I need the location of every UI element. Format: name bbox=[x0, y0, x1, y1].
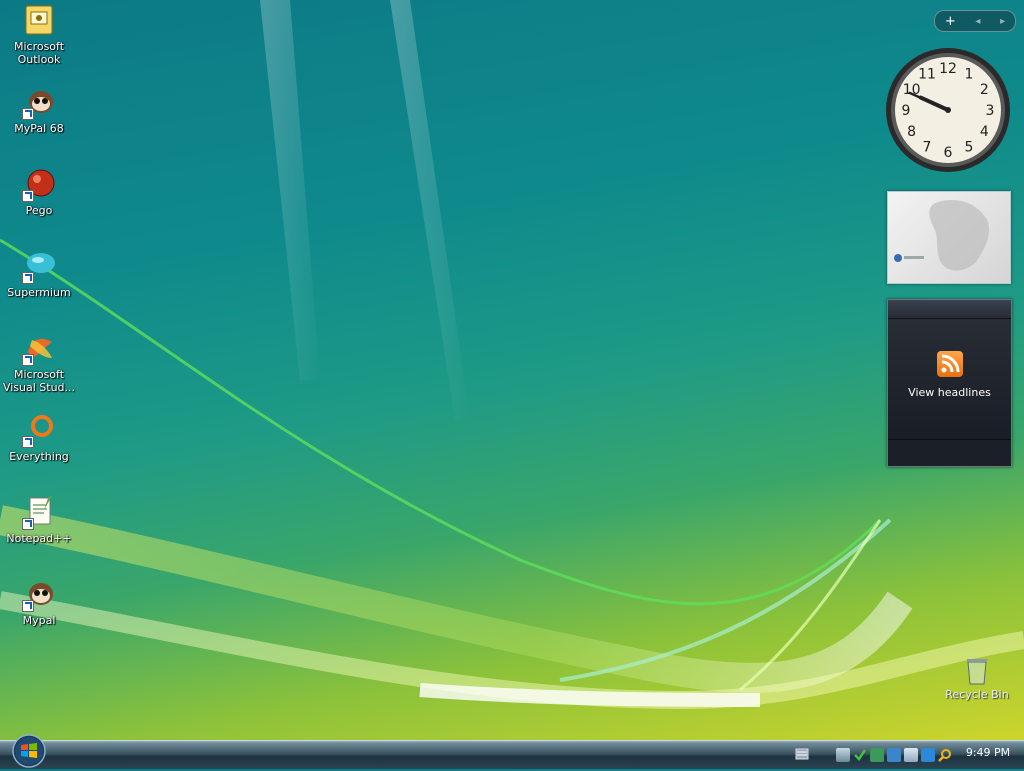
shortcut-arrow-icon bbox=[22, 108, 34, 120]
network-icon[interactable] bbox=[836, 748, 850, 762]
windows-orb-icon bbox=[12, 734, 46, 768]
mypal-icon bbox=[22, 86, 56, 120]
clock-gadget[interactable]: 12 1234567891011 bbox=[884, 46, 1012, 174]
desktop-icon-label: Everything bbox=[9, 450, 69, 463]
supermium-icon bbox=[22, 250, 56, 284]
visual-studio-icon bbox=[22, 332, 56, 366]
desktop-icon-supermium[interactable]: Supermium bbox=[2, 250, 76, 299]
feed-headlines-gadget[interactable]: View headlines bbox=[887, 299, 1012, 467]
outlook-icon bbox=[22, 4, 56, 38]
feed-gadget-header bbox=[888, 300, 1011, 319]
feed-gadget-footer bbox=[888, 439, 1011, 466]
recycle-bin-icon bbox=[962, 656, 992, 686]
desktop-icon-label: Notepad++ bbox=[6, 532, 72, 545]
desktop-icon-notepadpp[interactable]: Notepad++ bbox=[2, 496, 76, 545]
desktop-icon-recycle-bin[interactable]: Recycle Bin bbox=[940, 656, 1014, 701]
notepadpp-icon bbox=[22, 496, 56, 530]
desktop-icon-mypal[interactable]: Mypal bbox=[2, 578, 76, 627]
start-button[interactable] bbox=[8, 734, 50, 768]
sync-icon[interactable] bbox=[870, 748, 884, 762]
desktop-icon-visual-studio[interactable]: Microsoft Visual Stud... bbox=[2, 332, 76, 394]
shortcut-arrow-icon bbox=[22, 354, 34, 366]
desktop-icon-label: Microsoft Visual Stud... bbox=[2, 368, 76, 394]
shortcut-arrow-icon bbox=[22, 518, 34, 530]
pego-icon bbox=[22, 168, 56, 202]
speaker-icon[interactable] bbox=[904, 748, 918, 762]
show-desktop-icon[interactable] bbox=[795, 748, 809, 760]
clock-number: 12 bbox=[939, 61, 957, 77]
everything-icon bbox=[22, 414, 56, 448]
desktop-icon-label: Mypal bbox=[22, 614, 56, 627]
add-gadget-button[interactable]: + bbox=[945, 15, 956, 28]
desktop-icon-everything[interactable]: Everything bbox=[2, 414, 76, 463]
shortcut-arrow-icon bbox=[22, 436, 34, 448]
next-page-button[interactable]: ▸ bbox=[1000, 15, 1005, 28]
shortcut-arrow-icon bbox=[22, 272, 34, 284]
clock-number: 6 bbox=[944, 145, 953, 161]
mypal-icon bbox=[22, 578, 56, 612]
security-check-icon[interactable] bbox=[853, 748, 867, 762]
clock-number: 3 bbox=[986, 103, 995, 119]
shortcut-arrow-icon bbox=[22, 600, 34, 612]
clock-number: 4 bbox=[980, 124, 989, 140]
desktop-icon-label: Microsoft Outlook bbox=[13, 40, 65, 66]
desktop-icon-label: MyPal 68 bbox=[14, 122, 64, 135]
desktop-icon-label: Supermium bbox=[7, 286, 71, 299]
clock-number: 1 bbox=[965, 67, 974, 83]
desktop-icon-outlook[interactable]: Microsoft Outlook bbox=[2, 4, 76, 66]
desktop-icon-label: Pego bbox=[25, 204, 53, 217]
clock-number: 5 bbox=[965, 139, 974, 155]
desktop-icon-label: Recycle Bin bbox=[945, 688, 1009, 701]
clock-number: 11 bbox=[918, 67, 936, 83]
clock-number: 8 bbox=[907, 124, 916, 140]
view-headlines-link[interactable]: View headlines bbox=[888, 386, 1011, 399]
sidebar-controls: + ◂ ▸ bbox=[934, 10, 1016, 32]
search-icon[interactable] bbox=[938, 748, 952, 762]
taskbar-clock[interactable]: 9:49 PM bbox=[964, 746, 1012, 759]
desktop-icon-pego[interactable]: Pego bbox=[2, 168, 76, 217]
slideshow-icon bbox=[894, 200, 990, 271]
desktop-icon-mypal-68[interactable]: MyPal 68 bbox=[2, 86, 76, 135]
clock-number: 7 bbox=[923, 139, 932, 155]
update-icon[interactable] bbox=[921, 748, 935, 762]
rss-icon bbox=[937, 351, 963, 377]
monitor-icon[interactable] bbox=[887, 748, 901, 762]
shortcut-arrow-icon bbox=[22, 190, 34, 202]
clock-number: 2 bbox=[980, 82, 989, 98]
clock-number: 9 bbox=[902, 103, 911, 119]
previous-page-button[interactable]: ◂ bbox=[975, 15, 980, 28]
slideshow-gadget[interactable] bbox=[887, 191, 1011, 284]
desktop-wallpaper bbox=[0, 0, 1024, 710]
